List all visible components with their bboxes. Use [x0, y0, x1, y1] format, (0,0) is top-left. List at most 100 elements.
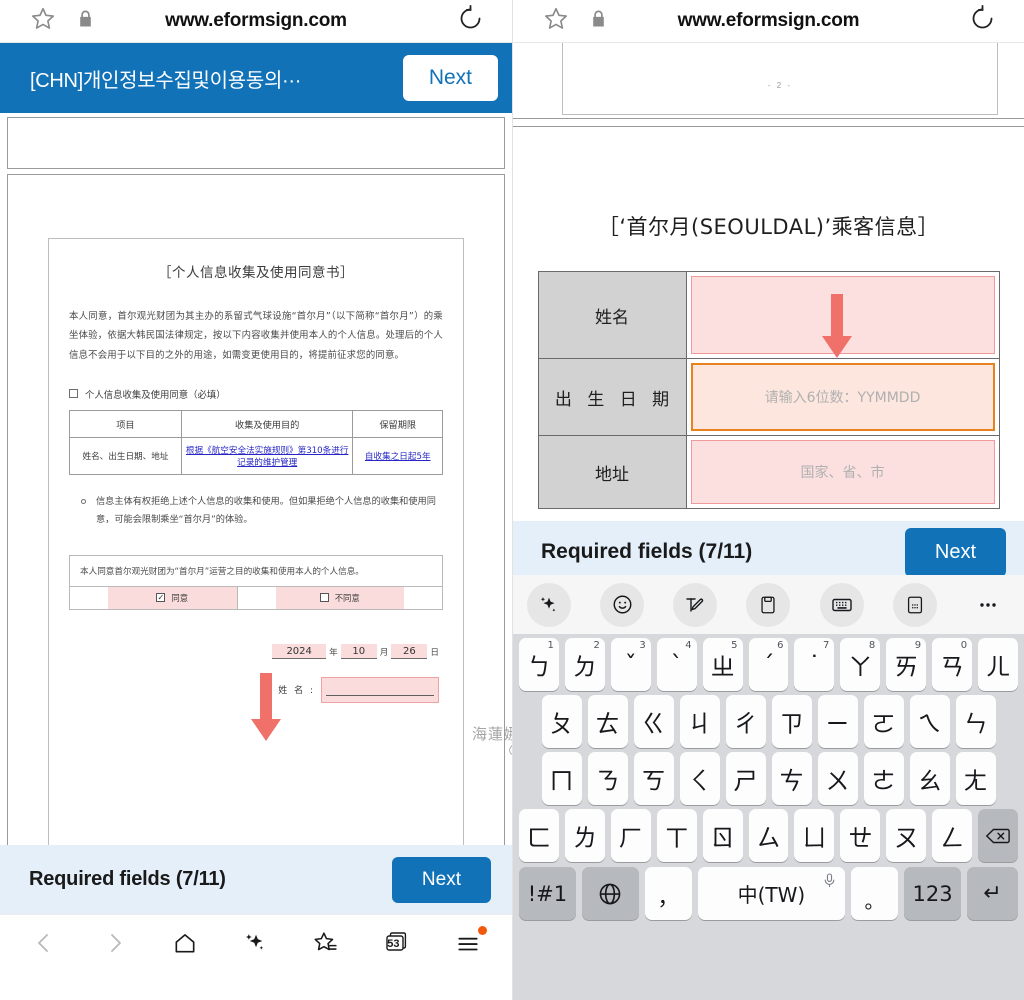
numbers-key[interactable]: 123 — [904, 867, 961, 920]
key[interactable]: ㄖ — [703, 809, 743, 862]
url-text[interactable]: www.eformsign.com — [513, 10, 1024, 32]
agreement-paragraph: 本人同意，首尔观光财团为其主办的系留式气球设施“首尔月”（以下简称“首尔月”）的… — [69, 307, 443, 365]
table-cell-retention: 自收集之日起5年 — [353, 437, 443, 474]
key[interactable]: ㄡ — [886, 809, 926, 862]
key[interactable]: ㄌ — [565, 809, 605, 862]
key[interactable]: ㄔ — [726, 695, 766, 748]
key[interactable]: ㄨ — [818, 752, 858, 805]
key[interactable]: 1ㄅ — [519, 638, 559, 691]
mic-icon[interactable] — [823, 869, 836, 893]
key[interactable]: 6ˊ — [749, 638, 789, 691]
key[interactable]: ㄦ — [978, 638, 1018, 691]
star-icon[interactable] — [30, 6, 56, 37]
key[interactable]: ㄒ — [657, 809, 697, 862]
key-number: 1 — [548, 640, 554, 651]
globe-icon[interactable] — [582, 867, 639, 920]
key[interactable]: ㄊ — [588, 695, 628, 748]
key-label: ㄈ — [527, 818, 551, 853]
key[interactable]: ㄟ — [910, 695, 950, 748]
key[interactable]: 3ˇ — [611, 638, 651, 691]
key[interactable]: ㄗ — [772, 695, 812, 748]
document-viewport[interactable]: ［个人信息收集及使用同意书］ 本人同意，首尔观光财团为其主办的系留式气球设施“首… — [0, 113, 512, 845]
label-address: 地址 — [538, 436, 686, 509]
next-button-right[interactable]: Next — [905, 528, 1006, 577]
key[interactable]: ㄧ — [818, 695, 858, 748]
handwriting-icon[interactable] — [673, 583, 717, 627]
key[interactable]: 2ㄉ — [565, 638, 605, 691]
key[interactable]: ㄆ — [542, 695, 582, 748]
consent-agree-option[interactable]: ✓ 同意 — [108, 587, 238, 609]
key[interactable]: ㄈ — [519, 809, 559, 862]
home-icon[interactable] — [163, 921, 207, 965]
back-button[interactable] — [22, 921, 66, 965]
key[interactable]: 8ㄚ — [840, 638, 880, 691]
header-next-button[interactable]: Next — [403, 55, 498, 101]
key-label: ㄞ — [894, 647, 918, 682]
more-icon[interactable] — [966, 583, 1010, 627]
key[interactable]: ㄤ — [956, 752, 996, 805]
key[interactable]: 7˙ — [794, 638, 834, 691]
key[interactable]: ㄩ — [794, 809, 834, 862]
emoji-icon[interactable] — [600, 583, 644, 627]
key-label: ㄟ — [918, 704, 942, 739]
url-text[interactable]: www.eformsign.com — [0, 10, 512, 32]
key-label: ㄜ — [872, 761, 896, 796]
document-page: ［个人信息收集及使用同意书］ 本人同意，首尔观光财团为其主办的系留式气球设施“首… — [7, 174, 505, 845]
space-key[interactable]: 中(TW) — [698, 867, 845, 920]
address-input[interactable]: 国家、省、市 — [691, 440, 995, 504]
agree-checkbox-icon[interactable]: ✓ — [156, 593, 165, 602]
disagree-checkbox-icon[interactable] — [320, 593, 329, 602]
checkbox-icon — [69, 389, 78, 398]
birthdate-input[interactable]: 请输入6位数：YYMMDD — [691, 363, 995, 431]
key[interactable]: ㄍ — [634, 695, 674, 748]
key[interactable]: ㄜ — [864, 752, 904, 805]
key[interactable]: ㄠ — [910, 752, 950, 805]
retention-link-text: 自收集之日起5年 — [365, 452, 431, 462]
key[interactable]: 4ˋ — [657, 638, 697, 691]
key[interactable]: 0ㄢ — [932, 638, 972, 691]
key[interactable]: ㄎ — [634, 752, 674, 805]
reload-icon[interactable] — [969, 5, 996, 37]
symbols-key[interactable]: !#1 — [519, 867, 576, 920]
key[interactable]: ㄑ — [680, 752, 720, 805]
sticker-icon[interactable] — [893, 583, 937, 627]
star-icon[interactable] — [543, 6, 569, 37]
lock-icon — [591, 10, 606, 33]
forward-button[interactable] — [93, 921, 137, 965]
document-viewport-right[interactable]: - 2 - ［‘首尔月(SEOULDAL)’乘客信息］ 姓名 出 生 日 期 — [513, 43, 1024, 525]
tabs-icon[interactable]: 53 — [375, 921, 419, 965]
comma-key[interactable]: ， — [645, 867, 692, 920]
date-year-field[interactable]: 2024 — [272, 644, 326, 659]
signature-input[interactable] — [321, 677, 439, 703]
label-birthdate: 出 生 日 期 — [538, 359, 686, 436]
period-key[interactable]: 。 — [851, 867, 898, 920]
next-button[interactable]: Next — [392, 857, 491, 903]
ai-sparkle-icon[interactable] — [234, 921, 278, 965]
sparkle-icon[interactable] — [527, 583, 571, 627]
key[interactable]: ㄥ — [932, 809, 972, 862]
key[interactable]: ㄣ — [956, 695, 996, 748]
key[interactable]: ㄙ — [749, 809, 789, 862]
consent-disagree-option[interactable]: 不同意 — [276, 587, 405, 609]
key[interactable]: ㄇ — [542, 752, 582, 805]
key[interactable]: ㄕ — [726, 752, 766, 805]
key[interactable]: ㄐ — [680, 695, 720, 748]
key[interactable]: ㄘ — [772, 752, 812, 805]
clipboard-icon[interactable] — [746, 583, 790, 627]
key[interactable]: ㄋ — [588, 752, 628, 805]
date-day-field[interactable]: 26 — [391, 644, 427, 659]
backspace-key[interactable] — [978, 809, 1018, 862]
bookmarks-icon[interactable] — [305, 921, 349, 965]
key[interactable]: 5ㄓ — [703, 638, 743, 691]
keyboard-icon[interactable] — [820, 583, 864, 627]
key[interactable]: ㄛ — [864, 695, 904, 748]
reload-icon[interactable] — [457, 5, 484, 37]
key[interactable]: 9ㄞ — [886, 638, 926, 691]
menu-icon[interactable] — [446, 921, 490, 965]
consent-section-heading: 个人信息收集及使用同意（必填） — [69, 387, 443, 401]
key[interactable]: ㄝ — [840, 809, 880, 862]
date-month-field[interactable]: 10 — [341, 644, 377, 659]
enter-key[interactable]: ↵ — [967, 867, 1018, 920]
key[interactable]: ㄏ — [611, 809, 651, 862]
key-label: ㄐ — [688, 704, 712, 739]
